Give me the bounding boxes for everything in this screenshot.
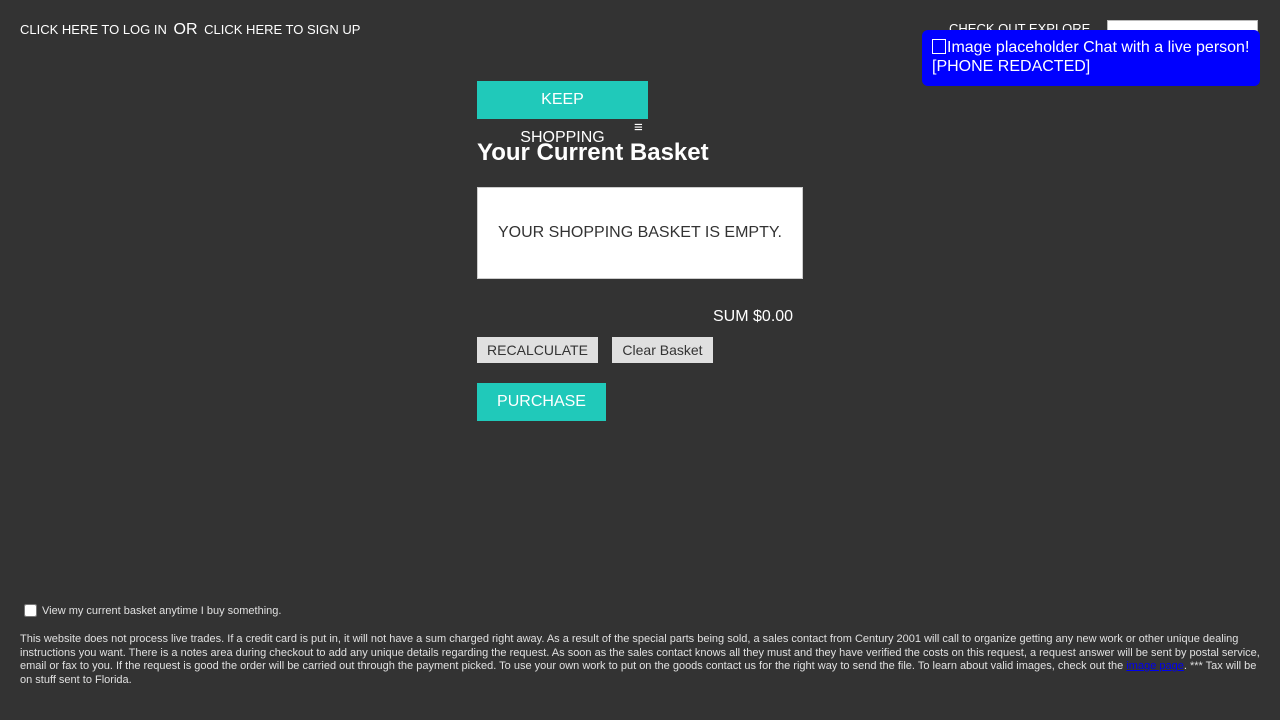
recalculate-button[interactable]: RECALCULATE [477,337,598,363]
disclaimer-text: This website does not process live trade… [20,633,1260,672]
auth-links: CLICK HERE TO LOG IN OR CLICK HERE TO SI… [20,21,360,39]
broken-image-icon [932,39,946,54]
login-link[interactable]: CLICK HERE TO LOG IN [20,22,167,37]
chat-label: Chat with a live person! [1083,39,1250,56]
page: CLICK HERE TO LOG IN OR CLICK HERE TO SI… [0,0,1280,720]
clear-basket-button[interactable]: Clear Basket [612,337,713,363]
page-title: Your Current Basket [477,139,709,166]
empty-basket-message: YOUR SHOPPING BASKET IS EMPTY. [498,224,782,241]
menu-icon[interactable]: ≡ [634,118,643,138]
purchase-button[interactable]: PURCHASE [477,383,606,421]
basket-optin-checkbox[interactable] [24,604,37,617]
live-chat-widget[interactable]: Image placeholder Chat with a live perso… [922,30,1260,86]
or-separator: OR [173,21,198,38]
image-page-link[interactable]: image page [1126,660,1184,672]
chat-image-alt: Image placeholder [947,39,1079,56]
signup-link[interactable]: CLICK HERE TO SIGN UP [204,22,360,37]
basket-sum: SUM $0.00 [713,308,793,326]
empty-basket-panel: YOUR SHOPPING BASKET IS EMPTY. [477,187,803,279]
sum-label: SUM [713,308,749,325]
basket-optin-label: View my current basket anytime I buy som… [42,604,282,617]
keep-shopping-button[interactable]: KEEP SHOPPING [477,81,648,146]
chat-phone: [PHONE REDACTED] [932,58,1091,75]
basket-optin[interactable]: View my current basket anytime I buy som… [24,604,281,617]
sum-value: $0.00 [753,308,794,325]
disclaimer: This website does not process live trade… [20,633,1264,687]
